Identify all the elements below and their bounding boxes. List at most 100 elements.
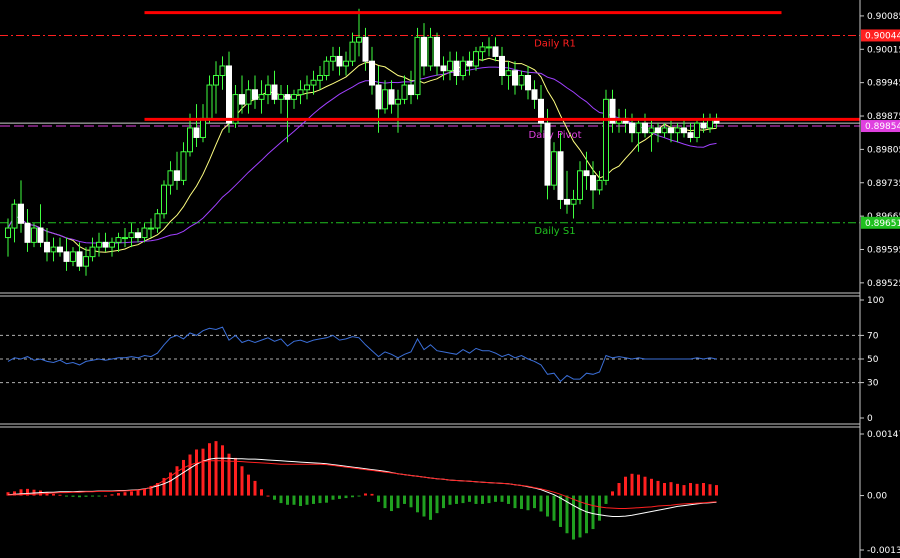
candle[interactable] xyxy=(414,27,421,100)
candle-body xyxy=(544,122,551,186)
candle-body xyxy=(278,94,284,100)
macd-histogram-bar xyxy=(546,495,549,517)
macd-histogram-bar xyxy=(364,493,367,496)
macd-histogram-bar xyxy=(130,491,133,496)
macd-histogram-bar xyxy=(461,495,465,504)
candle-body xyxy=(531,89,538,100)
candle-body xyxy=(122,237,128,240)
macd-histogram-bar xyxy=(429,495,432,520)
candle-body xyxy=(161,184,167,215)
macd-histogram-bar xyxy=(188,454,192,496)
macd-tick-label: 0.00147 xyxy=(867,430,900,440)
macd-histogram-bar xyxy=(78,495,81,498)
candle-body xyxy=(24,222,31,243)
macd-histogram-bar xyxy=(409,495,413,508)
candle-body xyxy=(557,151,564,200)
macd-histogram-bar xyxy=(435,495,439,514)
candle-body xyxy=(369,60,375,86)
macd-histogram-bar xyxy=(624,476,627,496)
macd-histogram-bar xyxy=(91,495,94,497)
trading-chart[interactable]: Daily R1 Daily Pivot Daily S1 0.90085 0.900… xyxy=(0,0,900,558)
price-tick-label: 0.89735 xyxy=(867,179,900,189)
macd-histogram-bar xyxy=(656,480,660,496)
macd-histogram-bar xyxy=(559,495,562,527)
macd-histogram-bar xyxy=(695,483,699,496)
candle-body xyxy=(687,132,694,138)
macd-histogram-bar xyxy=(331,495,335,500)
macd-histogram-bar xyxy=(552,495,556,521)
macd-histogram-bar xyxy=(305,495,309,505)
macd-histogram-bar xyxy=(58,494,62,496)
macd-histogram-bar xyxy=(416,495,419,513)
macd-histogram-bar xyxy=(617,482,621,496)
rsi-tick-label: 70 xyxy=(867,331,879,341)
macd-histogram-bar xyxy=(422,495,426,517)
macd-histogram-bar xyxy=(351,495,354,498)
candle-body xyxy=(70,251,76,262)
candle[interactable] xyxy=(161,180,167,219)
candle-body xyxy=(291,94,297,100)
macd-histogram-bar xyxy=(208,443,211,496)
macd-histogram-bar xyxy=(286,495,289,505)
macd-histogram-bar xyxy=(682,485,686,496)
level-label: Daily Pivot xyxy=(528,130,581,141)
candle-body xyxy=(427,36,434,67)
candle-body xyxy=(83,256,89,267)
macd-histogram-bar xyxy=(500,495,504,502)
macd-histogram-bar xyxy=(71,495,75,497)
candle-body xyxy=(297,89,304,96)
macd-tick-label: 0.00 xyxy=(867,492,887,502)
candle-body xyxy=(577,170,583,200)
macd-histogram-bar xyxy=(598,495,601,521)
macd-histogram-bar xyxy=(650,478,653,496)
macd-histogram-bar xyxy=(715,485,718,496)
candle-body xyxy=(141,227,148,239)
macd-histogram-bar xyxy=(669,482,673,496)
candle-body xyxy=(239,94,245,105)
macd-histogram-bar xyxy=(357,495,361,497)
macd-histogram-bar xyxy=(279,495,283,504)
candle-body xyxy=(219,65,226,76)
macd-histogram-bar xyxy=(299,495,302,507)
candle-body xyxy=(375,84,382,110)
macd-histogram-bar xyxy=(344,495,348,499)
candle-body xyxy=(226,65,232,124)
candle-body xyxy=(271,84,278,100)
macd-histogram-bar xyxy=(273,495,276,500)
candle-body xyxy=(76,251,83,267)
candle-body xyxy=(265,84,271,96)
candle-body xyxy=(681,127,687,134)
candle-body xyxy=(304,84,310,91)
macd-histogram-bar xyxy=(403,495,406,504)
candle-body xyxy=(512,70,518,86)
candle-body xyxy=(603,98,609,181)
candle-body xyxy=(440,65,447,72)
candle-body xyxy=(18,203,24,224)
candle-body xyxy=(310,79,317,86)
candle-body xyxy=(505,70,512,76)
candle-body xyxy=(11,203,18,229)
candle-body xyxy=(154,213,161,229)
macd-histogram-bar xyxy=(468,495,471,502)
candle-body xyxy=(349,41,356,62)
macd-histogram-bar xyxy=(240,466,244,496)
candle-body xyxy=(206,84,213,119)
candle-body xyxy=(564,198,570,205)
price-tick-label: 0.89805 xyxy=(867,145,900,155)
macd-histogram-bar xyxy=(52,493,55,496)
candle-body xyxy=(336,55,343,67)
candle[interactable] xyxy=(603,89,609,186)
price-tick-label: 0.89595 xyxy=(867,245,900,255)
rsi-tick-label: 50 xyxy=(867,355,879,365)
candle-body xyxy=(343,60,349,67)
macd-histogram-bar xyxy=(474,495,478,504)
candle-body xyxy=(408,84,414,96)
macd-histogram-bar xyxy=(227,453,231,496)
candle-body xyxy=(200,117,206,138)
macd-histogram-bar xyxy=(117,493,120,496)
candle-body xyxy=(629,122,635,134)
candle-body xyxy=(479,46,486,53)
candle-body xyxy=(499,55,505,76)
macd-histogram-bar xyxy=(84,495,88,497)
macd-histogram-bar xyxy=(520,495,523,509)
